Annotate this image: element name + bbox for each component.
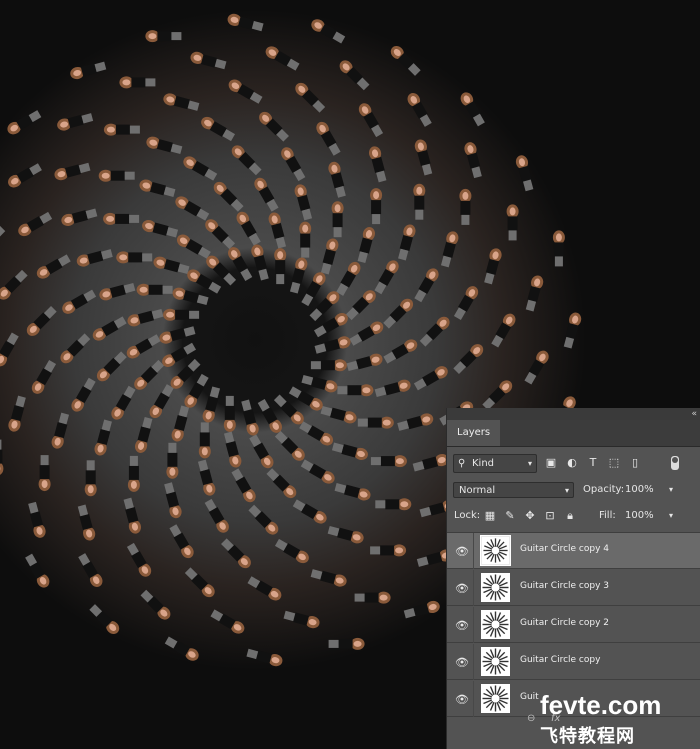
lock-all-icon[interactable]: 🔒︎	[563, 508, 577, 524]
layer-thumbnail	[481, 573, 510, 602]
lock-image-pixels-icon[interactable]: ✎	[503, 508, 517, 524]
filter-icons: ▣ ◐ T ⬚ ▯	[543, 455, 648, 470]
chevron-down-icon[interactable]: ▾	[669, 482, 673, 498]
opacity-value: 100%	[625, 484, 654, 495]
divider	[473, 533, 474, 569]
divider	[473, 607, 474, 643]
eye-icon[interactable]: 👁︎	[455, 693, 469, 706]
layer-name[interactable]: Guitar Circle copy 2	[520, 618, 609, 628]
layer-thumbnail	[481, 610, 510, 639]
fill-value: 100%	[625, 510, 654, 521]
opacity-field[interactable]: 100% ▾	[623, 482, 675, 498]
image-filter-icon[interactable]: ▣	[543, 455, 559, 470]
chevron-down-icon: ▾	[527, 459, 532, 468]
watermark-line2: 飞特教程网	[540, 726, 635, 747]
blend-row: Normal ▾ Opacity: 100% ▾	[447, 480, 700, 500]
lock-artboard-icon[interactable]: ⊡	[543, 508, 557, 524]
layer-name[interactable]: Guitar Circle copy 3	[520, 581, 609, 591]
layer-row[interactable]: 👁︎ Guitar Circle copy 2	[447, 607, 700, 643]
layer-name[interactable]: Guitar Circle copy 4	[520, 544, 609, 554]
filter-row: ⚲ Kind ▾ ▣ ◐ T ⬚ ▯	[447, 452, 700, 474]
divider	[473, 644, 474, 680]
eye-icon[interactable]: 👁︎	[455, 582, 469, 595]
type-filter-icon[interactable]: T	[585, 455, 601, 470]
tab-layers[interactable]: Layers	[447, 420, 501, 446]
smart-object-filter-icon[interactable]: ▯	[627, 455, 643, 470]
adjustment-filter-icon[interactable]: ◐	[564, 455, 580, 470]
fill-label: Fill:	[599, 510, 616, 521]
panel-title-bar: «	[447, 408, 700, 420]
blend-mode-value: Normal	[459, 485, 496, 496]
layer-name[interactable]: Guitar Circle copy	[520, 655, 600, 665]
opacity-label: Opacity:	[583, 484, 625, 495]
layer-thumbnail	[480, 535, 511, 566]
divider	[473, 570, 474, 606]
panel-tabs: Layers	[447, 420, 700, 447]
filter-kind-label: Kind	[472, 458, 495, 469]
collapse-panel-icon[interactable]: «	[691, 408, 697, 420]
eye-icon[interactable]: 👁︎	[455, 619, 469, 632]
filter-toggle[interactable]	[671, 456, 679, 470]
lock-transparent-pixels-icon[interactable]: ▦	[483, 508, 497, 524]
blend-mode-select[interactable]: Normal ▾	[453, 482, 574, 498]
lock-position-icon[interactable]: ✥	[523, 508, 537, 524]
lock-label: Lock:	[454, 510, 481, 521]
chevron-down-icon: ▾	[564, 486, 569, 495]
watermark-line1: fevte.com	[540, 690, 662, 720]
layer-row[interactable]: 👁︎ Guitar Circle copy	[447, 644, 700, 680]
fill-field[interactable]: 100% ▾	[623, 508, 675, 524]
chevron-down-icon[interactable]: ▾	[669, 508, 673, 524]
link-layers-icon[interactable]: ⊖	[527, 713, 535, 724]
layer-row[interactable]: 👁︎ Guitar Circle copy 3	[447, 570, 700, 606]
lock-row: Lock: ▦ ✎ ✥ ⊡ 🔒︎ Fill: 100% ▾	[447, 506, 700, 526]
layer-row[interactable]: 👁︎ Guitar Circle copy 4	[447, 533, 700, 569]
shape-filter-icon[interactable]: ⬚	[606, 455, 622, 470]
watermark: fevte.com 飞特教程网	[540, 690, 700, 749]
layer-name[interactable]: Guit	[520, 692, 539, 702]
search-icon: ⚲	[458, 458, 466, 469]
filter-kind-select[interactable]: ⚲ Kind ▾	[453, 454, 537, 473]
layer-thumbnail	[481, 647, 510, 676]
eye-icon[interactable]: 👁︎	[455, 656, 469, 669]
eye-icon[interactable]: 👁︎	[455, 545, 469, 558]
lock-icons: ▦ ✎ ✥ ⊡ 🔒︎	[483, 508, 583, 524]
